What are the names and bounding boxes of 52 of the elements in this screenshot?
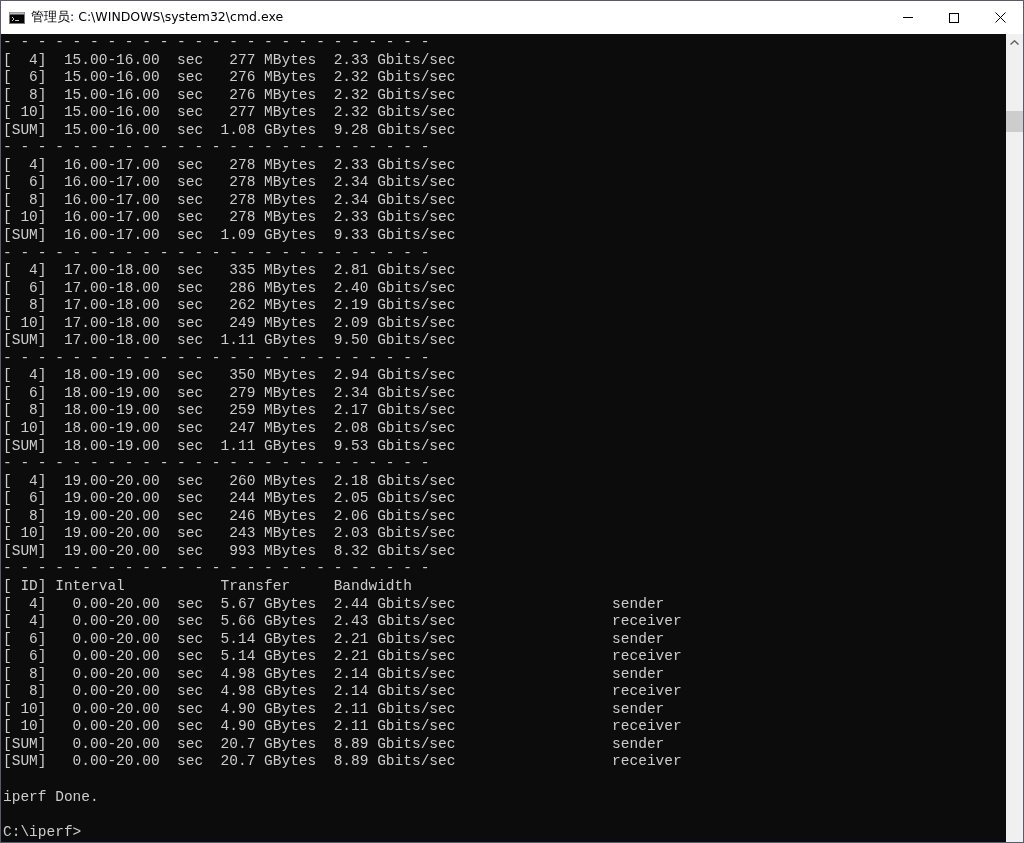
scrollbar-thumb[interactable]: [1006, 111, 1023, 132]
console-line: [ 8] 18.00-19.00 sec 259 MBytes 2.17 Gbits/sec: [3, 402, 456, 421]
console-line: [ 8] 16.00-17.00 sec 278 MBytes 2.34 Gbits/sec: [3, 191, 456, 210]
console-line: [ 10] 19.00-20.00 sec 243 MBytes 2.03 Gbits/sec: [3, 525, 456, 543]
console-line: - - - - - - - - - - - - - - - - - - - - - - - - -: [3, 560, 430, 578]
terminal-icon: [9, 11, 25, 24]
window-title: 管理员: C:\WINDOWS\system32\cmd.exe: [31, 9, 285, 26]
console-line: [ 8] 17.00-18.00 sec 262 MBytes 2.19 Gbits/sec: [3, 297, 456, 315]
console-line: C:\iperf>: [3, 823, 82, 842]
console-line: - - - - - - - - - - - - - - - - - - - - - - - - -: [3, 34, 430, 52]
console-line: [ 6] 16.00-17.00 sec 278 MBytes 2.34 Gbits/sec: [3, 174, 456, 192]
console-line: [ 8] 0.00-20.00 sec 4.98 GBytes 2.14 Gbits/sec receiver: [3, 683, 682, 701]
close-icon: [994, 12, 1006, 23]
console-line: [ 8] 15.00-16.00 sec 276 MBytes 2.32 Gbits/sec: [3, 86, 456, 105]
console-line: [ 4] 0.00-20.00 sec 5.67 GBytes 2.44 Gbits/sec sender: [3, 595, 665, 614]
console-line: [ 4] 17.00-18.00 sec 335 MBytes 2.81 Gbits/sec: [3, 262, 456, 280]
scrollbar[interactable]: [1006, 34, 1023, 842]
console-line: [ 4] 18.00-19.00 sec 350 MBytes 2.94 Gbits/sec: [3, 367, 456, 385]
console-line: [ 10] 15.00-16.00 sec 277 MBytes 2.32 Gbits/sec: [3, 104, 456, 122]
console-line: [ 8] 0.00-20.00 sec 4.98 GBytes 2.14 Gbits/sec sender: [3, 665, 665, 684]
console-line: [ 10] 18.00-19.00 sec 247 MBytes 2.08 Gbits/sec: [3, 420, 456, 438]
console-line: - - - - - - - - - - - - - - - - - - - - - - - - -: [3, 455, 430, 473]
console-line: [ 10] 0.00-20.00 sec 4.90 GBytes 2.11 Gbits/sec sender: [3, 700, 665, 719]
console-line: [SUM] 18.00-19.00 sec 1.11 GBytes 9.53 Gbits/sec: [3, 437, 456, 456]
console-line: [ ID] Interval Transfer Bandwidth: [3, 577, 412, 596]
console-line: [ 4] 15.00-16.00 sec 277 MBytes 2.33 Gbits/sec: [3, 51, 456, 70]
console-line: [ 8] 19.00-20.00 sec 246 MBytes 2.06 Gbits/sec: [3, 507, 456, 526]
console-line: [SUM] 15.00-16.00 sec 1.08 GBytes 9.28 Gbits/sec: [3, 121, 456, 140]
console-line: [ 6] 15.00-16.00 sec 276 MBytes 2.32 Gbits/sec: [3, 69, 456, 87]
console-line: [ 6] 0.00-20.00 sec 5.14 GBytes 2.21 Gbits/sec sender: [3, 630, 665, 649]
console-line: - - - - - - - - - - - - - - - - - - - - - - - - -: [3, 349, 430, 368]
console-line: [ 4] 19.00-20.00 sec 260 MBytes 2.18 Gbits/sec: [3, 472, 456, 491]
console-line: [ 4] 0.00-20.00 sec 5.66 GBytes 2.43 Gbits/sec receiver: [3, 613, 682, 631]
console-line: [ 10] 17.00-18.00 sec 249 MBytes 2.09 Gbits/sec: [3, 314, 456, 333]
console-line: - - - - - - - - - - - - - - - - - - - - - - - - -: [3, 139, 430, 157]
console-line: [SUM] 16.00-17.00 sec 1.09 GBytes 9.33 Gbits/sec: [3, 227, 456, 245]
maximize-icon: [949, 12, 959, 23]
console-line: [SUM] 0.00-20.00 sec 20.7 GBytes 8.89 Gbits/sec receiver: [3, 753, 682, 771]
console-line: [ 4] 16.00-17.00 sec 278 MBytes 2.33 Gbits/sec: [3, 156, 456, 175]
console-line: [SUM] 0.00-20.00 sec 20.7 GBytes 8.89 Gbits/sec sender: [3, 735, 665, 754]
minimize-icon: [903, 17, 913, 18]
console-line: [ 6] 17.00-18.00 sec 286 MBytes 2.40 Gbits/sec: [3, 279, 456, 298]
console-line: iperf Done.: [3, 788, 99, 807]
console-line: [ 6] 0.00-20.00 sec 5.14 GBytes 2.21 Gbits/sec receiver: [3, 648, 682, 666]
console-line: [SUM] 19.00-20.00 sec 993 MBytes 8.32 Gbits/sec: [3, 542, 456, 561]
console-line: [ 6] 18.00-19.00 sec 279 MBytes 2.34 Gbits/sec: [3, 384, 456, 403]
console-line: [ 10] 16.00-17.00 sec 278 MBytes 2.33 Gbits/sec: [3, 209, 456, 227]
console-line: [SUM] 17.00-18.00 sec 1.11 GBytes 9.50 Gbits/sec: [3, 332, 456, 350]
caret-up-icon: [1010, 40, 1019, 45]
console-line: - - - - - - - - - - - - - - - - - - - - - - - - -: [3, 244, 430, 263]
console-line: [ 10] 0.00-20.00 sec 4.90 GBytes 2.11 Gbits/sec receiver: [3, 718, 682, 736]
console-line: [ 6] 19.00-20.00 sec 244 MBytes 2.05 Gbits/sec: [3, 490, 456, 508]
